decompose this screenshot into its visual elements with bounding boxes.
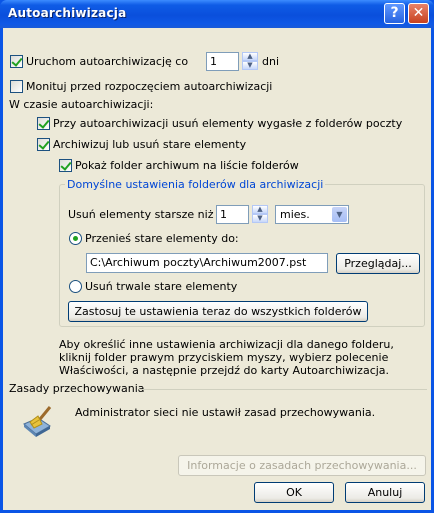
- title-bar: Autoarchiwizacja ? ✕: [0, 0, 434, 28]
- window-title: Autoarchiwizacja: [8, 6, 127, 20]
- prompt-before-label: Monituj przed rozpoczęciem autoarchiwiza…: [26, 80, 273, 93]
- default-folder-settings-legend: Domyślne ustawienia folderów dla archiwi…: [65, 178, 326, 191]
- older-than-label: Usuń elementy starsze niż: [68, 208, 214, 221]
- show-archive-folder-checkbox[interactable]: [59, 159, 72, 172]
- unit-select[interactable]: mies. ▼: [275, 205, 349, 224]
- ok-button[interactable]: OK: [254, 482, 334, 503]
- close-button[interactable]: ✕: [408, 3, 429, 24]
- run-every-label: Uruchom autoarchiwizację co: [26, 55, 189, 68]
- cancel-button[interactable]: Anuluj: [345, 482, 425, 503]
- days-label: dni: [262, 55, 280, 68]
- browse-button[interactable]: Przeglądaj...: [336, 253, 420, 274]
- autoarchive-dialog: Autoarchiwizacja ? ✕ Uruchom autoarchiwi…: [0, 0, 434, 513]
- prompt-before-checkbox[interactable]: [10, 80, 23, 93]
- delete-permanently-radio[interactable]: [69, 280, 82, 293]
- move-old-radio[interactable]: [69, 232, 82, 245]
- info-line-3: Właściwości, a następnie przejdź do kart…: [59, 364, 390, 377]
- retention-divider: [139, 389, 427, 390]
- archive-path-input[interactable]: C:\Archiwum poczty\Archiwum2007.pst: [86, 253, 328, 273]
- retention-legend: Zasady przechowywania: [9, 382, 145, 395]
- run-every-checkbox[interactable]: [10, 55, 23, 68]
- apply-all-button[interactable]: Zastosuj te ustawienia teraz do wszystki…: [68, 301, 368, 322]
- show-archive-folder-label: Pokaż folder archiwum na liście folderów: [75, 159, 299, 172]
- help-button[interactable]: ?: [384, 3, 405, 24]
- run-every-days-input[interactable]: 1: [206, 52, 239, 71]
- older-than-spinner[interactable]: ▲ ▼: [252, 205, 268, 224]
- delete-expired-checkbox[interactable]: [37, 117, 50, 130]
- during-label: W czasie autoarchiwizacji:: [9, 98, 154, 111]
- delete-expired-label: Przy autoarchiwizacji usuń elementy wyga…: [53, 117, 403, 130]
- chevron-down-icon[interactable]: ▼: [332, 207, 347, 222]
- run-every-spinner[interactable]: ▲ ▼: [242, 52, 258, 71]
- archive-or-delete-checkbox[interactable]: [37, 138, 50, 151]
- delete-permanently-label: Usuń trwale stare elementy: [85, 280, 238, 293]
- archive-or-delete-label: Archiwizuj lub usuń stare elementy: [53, 138, 247, 151]
- info-line-1: Aby określić inne ustawienia archiwizacj…: [59, 338, 394, 351]
- spin-up-icon[interactable]: ▲: [252, 205, 268, 214]
- older-than-input[interactable]: 1: [216, 205, 249, 224]
- broom-icon: [20, 404, 56, 438]
- retention-message: Administrator sieci nie ustawił zasad pr…: [75, 406, 376, 419]
- info-line-2: kliknij folder prawym przyciskiem myszy,…: [59, 351, 389, 364]
- spin-down-icon[interactable]: ▼: [252, 214, 268, 223]
- dialog-body: Uruchom autoarchiwizację co 1 ▲ ▼ dni Mon…: [3, 28, 431, 510]
- spin-up-icon[interactable]: ▲: [242, 52, 258, 61]
- move-old-label: Przenieś stare elementy do:: [85, 232, 239, 245]
- spin-down-icon[interactable]: ▼: [242, 61, 258, 70]
- retention-info-button[interactable]: Informacje o zasadach przechowywania...: [178, 455, 426, 476]
